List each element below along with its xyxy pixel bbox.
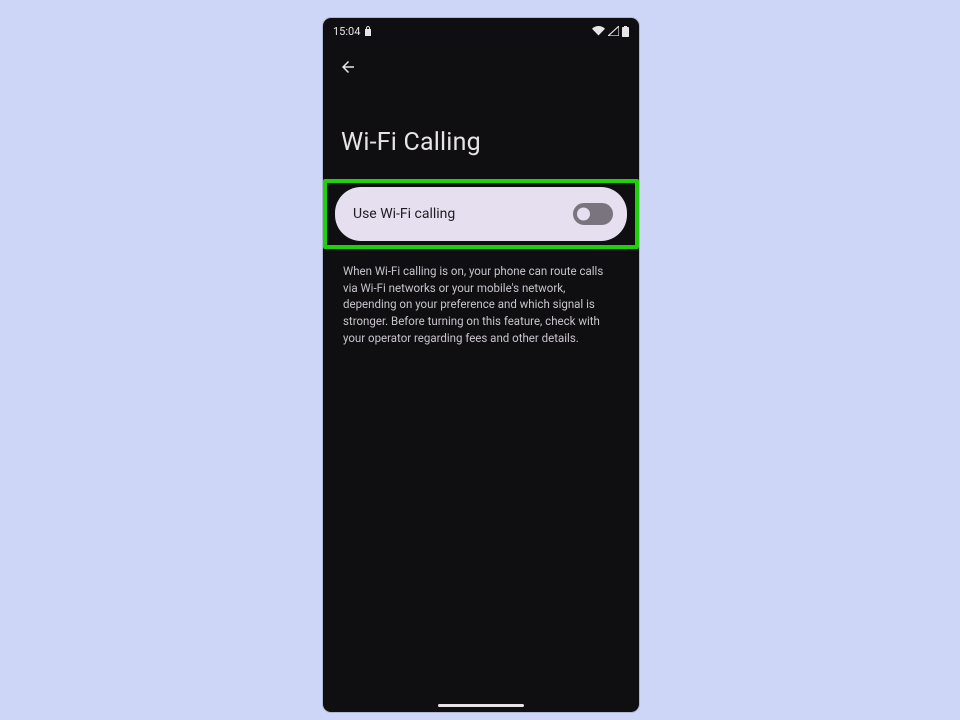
signal-icon	[608, 26, 619, 36]
wifi-calling-toggle[interactable]	[573, 203, 613, 225]
app-bar	[323, 42, 639, 88]
wifi-calling-setting-row[interactable]: Use Wi-Fi calling	[335, 187, 627, 241]
status-right	[592, 26, 629, 37]
setting-description: When Wi-Fi calling is on, your phone can…	[323, 249, 639, 346]
toggle-knob	[577, 208, 590, 221]
back-button[interactable]	[337, 58, 359, 80]
status-bar: 15:04	[323, 18, 639, 42]
tutorial-highlight: Use Wi-Fi calling	[323, 179, 639, 249]
lock-icon	[364, 26, 372, 36]
battery-icon	[622, 26, 629, 37]
page-title: Wi-Fi Calling	[323, 88, 639, 179]
home-indicator[interactable]	[438, 704, 524, 707]
arrow-left-icon	[339, 58, 357, 80]
status-time: 15:04	[333, 25, 360, 38]
status-left: 15:04	[333, 25, 372, 38]
wifi-icon	[592, 26, 605, 36]
setting-label: Use Wi-Fi calling	[353, 206, 455, 222]
phone-screen: 15:04 Wi-Fi Calling Use Wi-Fi ca	[323, 18, 639, 712]
